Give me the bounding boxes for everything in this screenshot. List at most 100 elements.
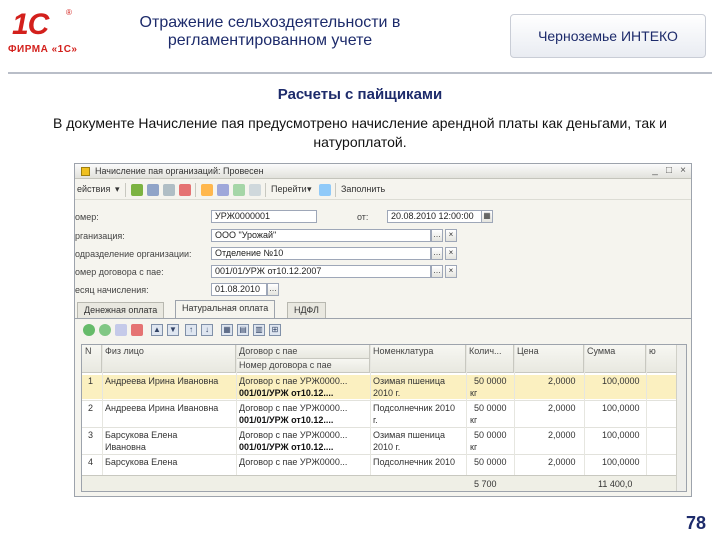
row-contract[interactable]: Договор с пае УРЖ0000... xyxy=(239,402,369,414)
logo-registered: ® xyxy=(66,8,72,17)
goto-dropdown-icon[interactable]: ▾ xyxy=(307,184,312,195)
copy-row-icon[interactable] xyxy=(99,324,111,336)
row-person[interactable]: Барсукова Елена xyxy=(105,456,235,468)
row-number: 4 xyxy=(88,457,94,467)
row-person[interactable]: Андреева Ирина Ивановна xyxy=(105,402,235,414)
row-item[interactable]: Озимая пшеница xyxy=(373,429,465,441)
grid-scrollbar[interactable] xyxy=(676,345,686,491)
contract-field[interactable]: 001/01/УРЖ от10.12.2007 xyxy=(211,265,431,278)
goto-menu[interactable]: Перейти xyxy=(271,184,307,194)
row-price[interactable]: 2,0000 xyxy=(548,402,576,414)
select-button[interactable]: … xyxy=(431,229,443,242)
row-number: 1 xyxy=(88,376,94,386)
total-sum: 11 400,0 xyxy=(598,479,633,489)
row-person[interactable]: Андреева Ирина Ивановна xyxy=(105,375,235,387)
tab-ndfl[interactable]: НДФЛ xyxy=(287,302,326,318)
actions-menu[interactable]: ействия xyxy=(77,184,110,194)
toolbar-separator xyxy=(125,183,126,197)
edit-row-icon[interactable] xyxy=(115,324,127,336)
row-person[interactable]: Барсукова Елена xyxy=(105,429,235,441)
column-header-price[interactable]: Цена xyxy=(514,345,584,373)
totals-row: 5 700 11 400,0 xyxy=(82,475,686,491)
row-item[interactable]: Подсолнечник 2010 xyxy=(373,402,465,414)
column-header-item[interactable]: Номенклатура xyxy=(370,345,466,373)
row-sum[interactable]: 100,0000 xyxy=(602,402,640,414)
row-contract-number[interactable]: 001/01/УРЖ от10.12.... xyxy=(239,414,369,426)
column-header-extra[interactable]: ю xyxy=(646,345,678,373)
add-row-icon[interactable] xyxy=(83,324,95,336)
toolbar-separator xyxy=(195,183,196,197)
column-header-contract[interactable]: Договор с пае xyxy=(236,345,370,359)
select-button[interactable]: … xyxy=(431,247,443,260)
row-contract-number[interactable]: 001/01/УРЖ от10.12.... xyxy=(239,441,369,453)
row-contract-number[interactable]: 001/01/УРЖ от10.12.... xyxy=(239,387,369,399)
row-sum[interactable]: 100,0000 xyxy=(602,429,640,441)
delete-row-icon[interactable] xyxy=(131,324,143,336)
help-icon[interactable] xyxy=(319,184,331,196)
section-title: Расчеты с пайщиками xyxy=(277,86,443,103)
document-window: Начисление пая организаций: Провесен _ □… xyxy=(74,163,692,497)
maximize-button[interactable]: □ xyxy=(663,165,675,177)
clear-button[interactable]: × xyxy=(445,265,457,278)
filter-icon[interactable]: ⊞ xyxy=(269,324,281,336)
row-quantity[interactable]: 50 0000 xyxy=(474,429,507,441)
department-field[interactable]: Отделение №10 xyxy=(211,247,431,260)
accruals-grid: N Физ лицо Договор с пае Номер договора … xyxy=(81,344,687,492)
tab-money-payment[interactable]: Денежная оплата xyxy=(77,302,165,318)
actions-dropdown-icon[interactable]: ▾ xyxy=(115,184,120,195)
row-contract[interactable]: Договор с пае УРЖ0000... xyxy=(239,429,369,441)
post-icon[interactable] xyxy=(201,184,213,196)
month-label: есяц начисления: xyxy=(75,285,149,295)
column-header-sum[interactable]: Сумма xyxy=(584,345,646,373)
move-up-icon[interactable]: ▲ xyxy=(151,324,163,336)
logo-mark: 1С xyxy=(12,8,49,41)
column-header-quantity[interactable]: Колич... xyxy=(466,345,514,373)
row-quantity[interactable]: 50 0000 xyxy=(474,456,507,468)
calendar-icon[interactable]: ▦ xyxy=(481,210,493,223)
column-header-n[interactable]: N xyxy=(82,345,102,373)
number-field[interactable]: УРЖ0000001 xyxy=(211,210,317,223)
date-field[interactable]: 20.08.2010 12:00:00 xyxy=(387,210,493,223)
row-price[interactable]: 2,0000 xyxy=(548,429,576,441)
row-contract[interactable]: Договор с пае УРЖ0000... xyxy=(239,456,369,468)
columns-icon[interactable]: ▥ xyxy=(253,324,265,336)
clear-button[interactable]: × xyxy=(445,229,457,242)
column-header-person[interactable]: Физ лицо xyxy=(102,345,236,373)
row-price[interactable]: 2,0000 xyxy=(548,375,576,387)
clear-button[interactable]: × xyxy=(445,247,457,260)
delete-icon[interactable] xyxy=(179,184,191,196)
fill-button[interactable]: Заполнить xyxy=(341,184,385,194)
row-contract[interactable]: Договор с пае УРЖ0000... xyxy=(239,375,369,387)
row-quantity[interactable]: 50 0000 xyxy=(474,402,507,414)
row-item[interactable]: Подсолнечник 2010 xyxy=(373,456,465,468)
structure-icon[interactable] xyxy=(249,184,261,196)
row-quantity[interactable]: 50 0000 xyxy=(474,375,507,387)
row-sum[interactable]: 100,0000 xyxy=(602,456,640,468)
minimize-button[interactable]: _ xyxy=(649,165,661,177)
month-field[interactable]: 01.08.2010 xyxy=(211,283,267,296)
organization-field[interactable]: ООО "Урожай" xyxy=(211,229,431,242)
column-header-contract-number[interactable]: Номер договора с пае xyxy=(236,359,370,373)
organization-label: рганизация: xyxy=(75,231,125,241)
select-button[interactable]: … xyxy=(431,265,443,278)
month-select-button[interactable]: … xyxy=(267,283,279,296)
move-down-icon[interactable]: ▼ xyxy=(167,324,179,336)
company-box: Черноземье ИНТЕКО xyxy=(510,14,706,58)
add-icon[interactable] xyxy=(131,184,143,196)
tab-natural-payment[interactable]: Натуральная оплата xyxy=(175,300,276,319)
table-icon[interactable]: ▦ xyxy=(221,324,233,336)
edit-icon[interactable] xyxy=(163,184,175,196)
grid-icon[interactable]: ▤ xyxy=(237,324,249,336)
row-sum[interactable]: 100,0000 xyxy=(602,375,640,387)
window-title: Начисление пая организаций: Провесен xyxy=(95,166,264,176)
sort-desc-icon[interactable]: ↓ xyxy=(201,324,213,336)
row-divider xyxy=(82,400,686,401)
row-item[interactable]: Озимая пшеница xyxy=(373,375,465,387)
row-unit: кг xyxy=(470,415,478,425)
print-icon[interactable] xyxy=(233,184,245,196)
close-button[interactable]: × xyxy=(677,165,689,177)
unpost-icon[interactable] xyxy=(217,184,229,196)
row-price[interactable]: 2,0000 xyxy=(548,456,576,468)
sort-asc-icon[interactable]: ↑ xyxy=(185,324,197,336)
copy-icon[interactable] xyxy=(147,184,159,196)
